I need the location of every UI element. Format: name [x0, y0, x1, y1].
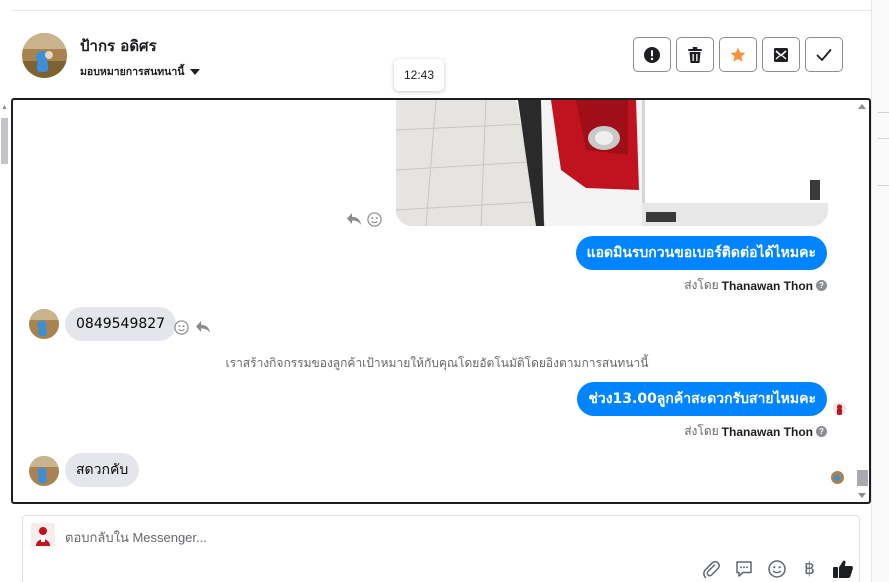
contact-avatar[interactable] [22, 33, 67, 78]
reply-arrow-icon[interactable] [346, 212, 362, 226]
sent-by-name: Thanawan Thon [721, 424, 813, 439]
right-side-panel-edge [871, 0, 889, 582]
contact-avatar-image [22, 33, 67, 78]
react-emoji-icon[interactable] [174, 320, 189, 335]
star-icon [730, 47, 746, 62]
sent-by-caption: ส่งโดย Thanawan Thon ? [684, 276, 827, 295]
panel-divider [878, 185, 889, 186]
thumbs-up-icon[interactable] [831, 558, 854, 580]
emoji-icon[interactable] [765, 558, 788, 580]
composer-toolbar: ฿ [699, 558, 854, 580]
trash-icon [688, 46, 702, 63]
check-icon [816, 48, 832, 61]
mark-done-button[interactable] [805, 37, 843, 72]
vehicle-photo-image [396, 100, 828, 226]
thread-scrollbar-thumb[interactable] [857, 470, 868, 486]
vehicle-photo[interactable] [396, 100, 828, 226]
scroll-down-arrow-icon[interactable] [858, 493, 866, 498]
reply-input[interactable] [65, 527, 665, 547]
contact-avatar-small[interactable] [29, 309, 59, 339]
panel-divider [878, 138, 889, 139]
assign-conversation-dropdown[interactable]: มอบหมายการสนทนานี้ [80, 63, 201, 80]
message-thread[interactable]: แอดมินรบกวนขอเบอร์ติดต่อได้ไหมคะ ส่งโดย … [11, 98, 871, 504]
incoming-message-bubble[interactable]: 0849549827 [65, 307, 177, 341]
seen-avatar [833, 402, 846, 415]
sent-by-name: Thanawan Thon [721, 278, 813, 293]
react-emoji-icon[interactable] [367, 212, 382, 227]
message-time-tooltip: 12:43 [394, 59, 444, 91]
outgoing-message-bubble[interactable]: ช่วง13.00ลูกค้าสะดวกรับสายไหมคะ [577, 382, 827, 416]
read-receipt-avatar [831, 471, 844, 484]
mark-unread-button[interactable] [762, 37, 800, 72]
scroll-up-arrow-icon[interactable] [858, 104, 866, 109]
assign-conversation-label: มอบหมายการสนทนานี้ [80, 66, 185, 78]
help-question-icon[interactable]: ? [816, 426, 827, 437]
saved-reply-icon[interactable] [732, 558, 755, 580]
conversation-actions [633, 37, 843, 72]
alert-icon [644, 46, 660, 63]
outgoing-message-bubble[interactable]: แอดมินรบกวนขอเบอร์ติดต่อได้ไหมคะ [575, 236, 827, 270]
report-spam-button[interactable] [633, 37, 671, 72]
reply-composer: ฿ [22, 515, 860, 582]
left-scrollbar[interactable]: ▲ [0, 100, 10, 200]
baht-icon[interactable]: ฿ [798, 558, 821, 580]
sent-by-caption: ส่งโดย Thanawan Thon ? [684, 422, 827, 441]
messenger-inbox-page: ▲ ป้ากร อดิศร มอบหมายการสนทนานี้ แอดมินร… [0, 0, 889, 582]
reply-arrow-icon[interactable] [195, 320, 211, 334]
page-avatar [31, 523, 55, 547]
paperclip-icon[interactable] [699, 558, 722, 580]
panel-divider [878, 112, 889, 113]
thread-scrollbar[interactable] [855, 100, 869, 502]
left-scrollbar-thumb[interactable] [1, 118, 8, 164]
contact-name[interactable]: ป้ากร อดิศร [80, 34, 157, 58]
incoming-message-bubble[interactable]: สดวกคับ [65, 453, 140, 487]
scroll-up-arrow-icon[interactable]: ▲ [1, 104, 8, 111]
help-question-icon[interactable]: ? [816, 280, 827, 291]
sent-by-prefix: ส่งโดย [684, 278, 719, 292]
envelope-icon [774, 47, 788, 62]
sent-by-prefix: ส่งโดย [684, 424, 719, 438]
caret-down-icon [190, 68, 201, 75]
delete-button[interactable] [676, 37, 714, 72]
system-activity-note: เราสร้างกิจกรรมของลูกค้าเป้าหมายให้กับคุ… [225, 356, 649, 370]
follow-up-button[interactable] [719, 37, 757, 72]
contact-avatar-small[interactable] [29, 456, 59, 486]
